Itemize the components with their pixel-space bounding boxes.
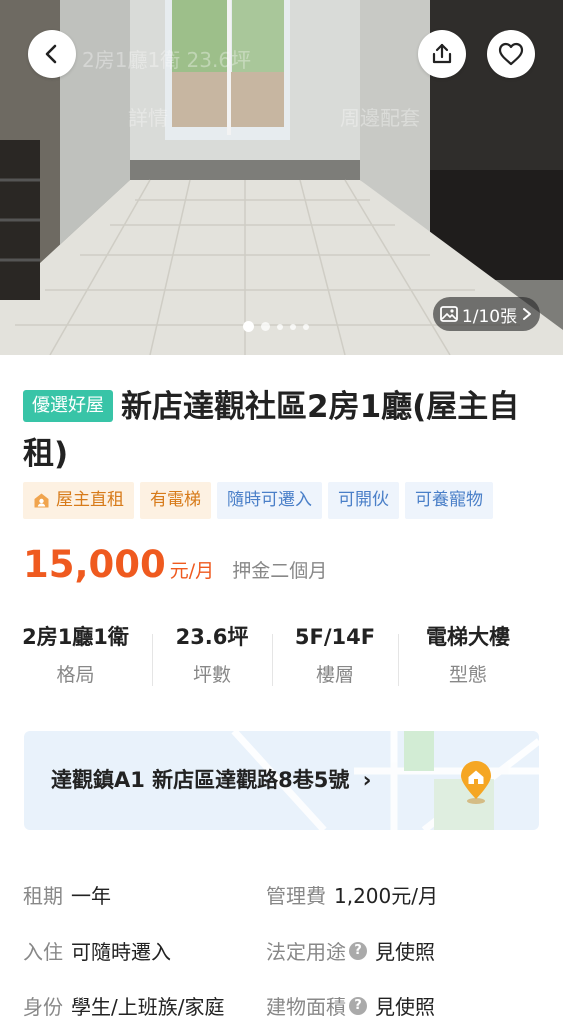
- owner-icon: [34, 493, 49, 508]
- watermark-tab-detail: 詳情: [128, 106, 168, 130]
- tag-label: 可開伙: [338, 490, 389, 510]
- key-specs: 2房1廳1衛 格局 23.6坪 坪數 5F/14F 樓層 電梯大樓 型態: [0, 622, 563, 702]
- feature-tags: 屋主直租 有電梯 隨時可遷入 可開伙 可養寵物: [23, 482, 493, 519]
- spec-value: 23.6坪: [175, 625, 249, 649]
- spec-label: 型態: [448, 664, 487, 686]
- spec-label: 格局: [56, 664, 95, 686]
- info-key: 租期: [23, 884, 63, 908]
- spec-size: 23.6坪 坪數: [162, 622, 262, 690]
- favorite-button[interactable]: [487, 30, 535, 78]
- rent-price: 15,000: [23, 543, 166, 586]
- divider: [152, 634, 153, 686]
- address-text: 達觀鎮A1 新店區達觀路8巷5號: [51, 768, 350, 792]
- chevron-right-icon: ›: [362, 768, 372, 792]
- info-move-in: 入住 可隨時遷入: [23, 936, 171, 965]
- photo-gallery[interactable]: 2房1廳1衛 23.6坪 詳情 周邊配套 1/10張: [0, 0, 563, 355]
- back-button[interactable]: [28, 30, 76, 78]
- chevron-right-icon: [523, 308, 532, 320]
- tag-cooking-allowed: 可開伙: [328, 482, 399, 519]
- info-value: 見使照: [375, 995, 435, 1019]
- heart-icon: [498, 42, 524, 66]
- info-value: 學生/上班族/家庭: [71, 995, 225, 1019]
- photo-count-button[interactable]: 1/10張: [433, 297, 540, 331]
- tag-owner-rent: 屋主直租: [23, 482, 134, 519]
- chevron-left-icon: [45, 44, 57, 64]
- divider: [272, 634, 273, 686]
- tag-label: 有電梯: [150, 490, 201, 510]
- tag-label: 隨時可遷入: [227, 490, 312, 510]
- carousel-dot[interactable]: [290, 323, 296, 330]
- info-building-area: 建物面積 ? 見使照: [266, 991, 435, 1020]
- spec-value: 5F/14F: [294, 625, 376, 649]
- info-identity: 身份 學生/上班族/家庭: [23, 991, 224, 1020]
- spec-value: 電梯大樓: [426, 625, 510, 649]
- info-key: 入住: [23, 940, 63, 964]
- info-legal-use: 法定用途 ? 見使照: [266, 936, 435, 965]
- help-icon[interactable]: ?: [349, 996, 367, 1015]
- info-management-fee: 管理費 1,200元/月: [266, 880, 438, 909]
- spec-layout: 2房1廳1衛 格局: [18, 622, 133, 690]
- image-icon: [440, 306, 458, 322]
- tag-pets-allowed: 可養寵物: [405, 482, 493, 519]
- carousel-dot[interactable]: [261, 322, 270, 331]
- map-pin-icon: [461, 761, 491, 804]
- deposit-info: 押金二個月: [232, 560, 328, 582]
- share-button[interactable]: [418, 30, 466, 78]
- help-icon[interactable]: ?: [349, 941, 367, 960]
- address-link[interactable]: 達觀鎮A1 新店區達觀路8巷5號 ›: [51, 764, 371, 794]
- info-value: 可隨時遷入: [71, 940, 171, 964]
- spec-label: 坪數: [192, 664, 231, 686]
- tag-label: 屋主直租: [56, 490, 124, 510]
- price-row: 15,000 元/月 押金二個月: [23, 543, 327, 586]
- spec-value: 2房1廳1衛: [22, 625, 129, 649]
- tag-label: 可養寵物: [415, 490, 483, 510]
- photo-count-label: 1/10張: [461, 306, 518, 327]
- divider: [398, 634, 399, 686]
- info-value: 見使照: [375, 940, 435, 964]
- info-key: 建物面積: [266, 995, 346, 1019]
- info-key: 身份: [23, 995, 63, 1019]
- rent-unit: 元/月: [169, 560, 215, 582]
- info-key: 管理費: [266, 884, 326, 908]
- info-value: 一年: [71, 884, 111, 908]
- spec-floor: 5F/14F 樓層: [282, 622, 388, 690]
- spec-building-type: 電梯大樓 型態: [408, 622, 528, 690]
- info-value: 1,200元/月: [334, 884, 438, 908]
- carousel-dot[interactable]: [303, 323, 309, 330]
- tag-move-in-anytime: 隨時可遷入: [217, 482, 322, 519]
- carousel-indicator: [243, 321, 309, 332]
- listing-title-block: 優選好屋 新店達觀社區2房1廳(屋主自租): [23, 384, 543, 478]
- premium-badge: 優選好屋: [23, 390, 113, 422]
- info-lease-term: 租期 一年: [23, 880, 111, 909]
- tag-elevator: 有電梯: [140, 482, 211, 519]
- carousel-dot[interactable]: [243, 321, 254, 332]
- carousel-dot[interactable]: [277, 323, 283, 330]
- spec-label: 樓層: [315, 664, 354, 686]
- watermark-title: 2房1廳1衛 23.6坪: [82, 48, 252, 72]
- location-map-card[interactable]: 達觀鎮A1 新店區達觀路8巷5號 ›: [24, 731, 539, 830]
- info-key: 法定用途: [266, 940, 346, 964]
- watermark-tab-nearby: 周邊配套: [340, 106, 420, 130]
- share-icon: [432, 43, 452, 64]
